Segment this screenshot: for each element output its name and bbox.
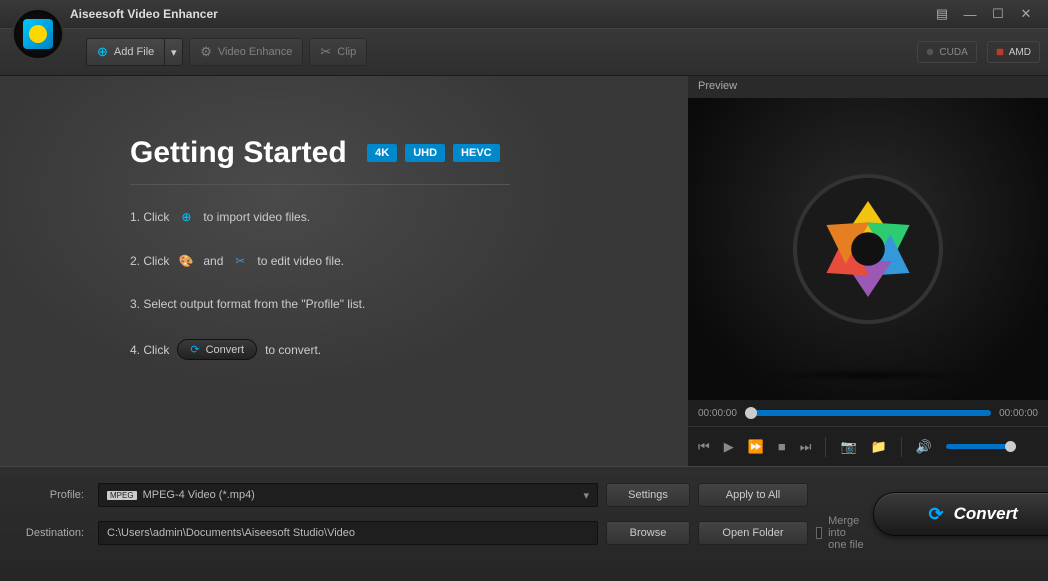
- volume-slider[interactable]: [946, 444, 1016, 449]
- getting-started-panel: Getting Started 4K UHD HEVC 1. Click ⊕ t…: [0, 76, 688, 466]
- add-file-dropdown[interactable]: ▾: [165, 38, 183, 66]
- preview-label: Preview: [688, 76, 1048, 98]
- toolbar: ⊕ Add File ▾ ⚙ Video Enhance ✂ Clip CUDA…: [0, 28, 1048, 76]
- add-file-icon: ⊕: [177, 209, 195, 225]
- bottom-panel: Profile: MPEG MPEG-4 Video (*.mp4) ▾ Set…: [0, 466, 1048, 581]
- clip-button[interactable]: ✂ Clip: [309, 38, 367, 66]
- apply-all-button[interactable]: Apply to All: [698, 483, 808, 507]
- titlebar: Aiseesoft Video Enhancer ▤ — ☐ ✕: [0, 0, 1048, 28]
- page-title: Getting Started: [130, 136, 347, 170]
- badge-4k: 4K: [367, 144, 397, 162]
- aperture-logo: [793, 174, 943, 324]
- palette-icon: 🎨: [177, 253, 195, 269]
- profile-label: Profile:: [18, 489, 90, 501]
- refresh-icon: ⟳: [929, 504, 944, 525]
- scissors-icon: ✂: [320, 44, 331, 60]
- profile-select[interactable]: MPEG MPEG-4 Video (*.mp4) ▾: [98, 483, 598, 507]
- merge-checkbox[interactable]: Merge into one file: [816, 515, 865, 551]
- stop-button[interactable]: ■: [778, 439, 786, 454]
- open-folder-button[interactable]: Open Folder: [698, 521, 808, 545]
- add-file-button-group: ⊕ Add File ▾: [86, 38, 183, 66]
- format-icon: MPEG: [107, 491, 137, 500]
- refresh-icon: ⟳: [190, 343, 199, 356]
- preview-canvas: [688, 98, 1048, 400]
- browse-button[interactable]: Browse: [606, 521, 690, 545]
- add-file-icon: ⊕: [97, 44, 108, 60]
- minimize-button[interactable]: —: [958, 5, 982, 23]
- divider: [130, 184, 510, 185]
- video-enhance-button[interactable]: ⚙ Video Enhance: [189, 38, 303, 66]
- next-button[interactable]: ⏭: [800, 439, 812, 455]
- amd-badge: AMD: [987, 41, 1040, 63]
- step-2: 2. Click 🎨 and ✂ to edit video file.: [130, 253, 648, 269]
- close-button[interactable]: ✕: [1014, 5, 1038, 23]
- step-1: 1. Click ⊕ to import video files.: [130, 209, 648, 225]
- badge-uhd: UHD: [405, 144, 445, 162]
- timeline: 00:00:00 00:00:00: [688, 400, 1048, 426]
- destination-field[interactable]: C:\Users\admin\Documents\Aiseesoft Studi…: [98, 521, 598, 545]
- maximize-button[interactable]: ☐: [986, 5, 1010, 23]
- cuda-badge: CUDA: [917, 41, 976, 63]
- amd-icon: [996, 48, 1004, 56]
- checkbox-icon: [816, 527, 822, 539]
- badge-hevc: HEVC: [453, 144, 500, 162]
- enhance-icon: ⚙: [200, 44, 212, 60]
- nvidia-icon: [926, 48, 934, 56]
- preview-panel: Preview 00:00:00: [688, 76, 1048, 466]
- app-title: Aiseesoft Video Enhancer: [70, 7, 218, 21]
- menu-icon[interactable]: ▤: [930, 5, 954, 23]
- convert-button[interactable]: ⟳ Convert: [873, 492, 1048, 536]
- chevron-down-icon: ▾: [583, 489, 589, 502]
- scissors-icon: ✂: [231, 253, 249, 269]
- time-total: 00:00:00: [999, 408, 1038, 419]
- settings-button[interactable]: Settings: [606, 483, 690, 507]
- snapshot-button[interactable]: 📷: [840, 439, 856, 455]
- seek-slider[interactable]: [745, 410, 991, 416]
- play-button[interactable]: ▶: [724, 439, 734, 455]
- step-4: 4. Click ⟳ Convert to convert.: [130, 339, 648, 360]
- convert-pill: ⟳ Convert: [177, 339, 257, 360]
- app-logo: [12, 8, 64, 60]
- volume-icon[interactable]: 🔊: [916, 439, 932, 455]
- destination-label: Destination:: [18, 527, 90, 539]
- playback-controls: ⏮ ▶ ⏩ ■ ⏭ 📷 📁 🔊: [688, 426, 1048, 466]
- add-file-button[interactable]: ⊕ Add File: [86, 38, 165, 66]
- open-folder-button[interactable]: 📁: [871, 439, 887, 455]
- prev-button[interactable]: ⏮: [698, 439, 710, 455]
- time-current: 00:00:00: [698, 408, 737, 419]
- fast-forward-button[interactable]: ⏩: [748, 439, 764, 455]
- step-3: 3. Select output format from the "Profil…: [130, 297, 648, 311]
